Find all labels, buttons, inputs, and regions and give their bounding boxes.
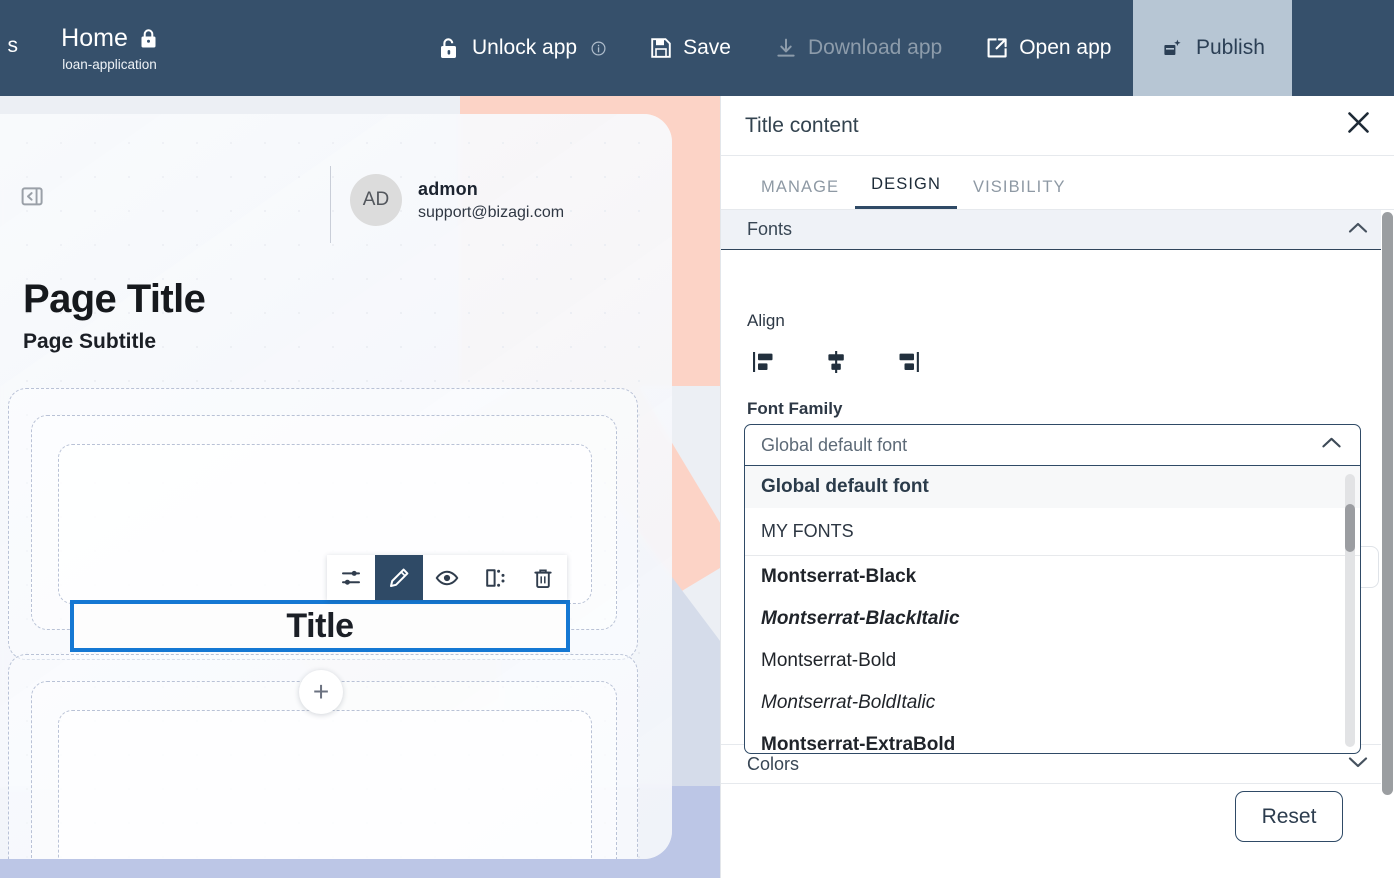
dropdown-group-my-fonts: MY FONTS [745,508,1360,556]
toolbar-clipped-left-text: s [7,34,19,57]
page-subtitle: Page Subtitle [23,330,157,353]
settings-sliders-icon[interactable] [327,555,375,600]
font-family-dropdown-list: Global default font MY FONTS Montserrat-… [745,466,1360,753]
user-email: support@bizagi.com [418,203,565,221]
chevron-up-icon [1321,436,1342,454]
design-canvas[interactable]: AD admon support@bizagi.com Page Title P… [0,96,720,878]
title-widget-text: Title [286,606,354,645]
unlock-app-button[interactable]: Unlock app [416,0,628,96]
fonts-section-header[interactable]: Fonts [721,210,1394,250]
publish-button[interactable]: Publish [1133,0,1293,96]
tab-manage[interactable]: MANAGE [745,178,855,209]
add-element-button-1[interactable]: + [299,670,343,714]
unlock-icon [438,36,461,61]
save-disk-icon [650,37,672,59]
eye-visibility-icon[interactable] [423,555,471,600]
avatar: AD [350,174,402,226]
align-label: Align [747,311,785,330]
panel-footer: Reset [721,762,1394,878]
font-family-dropdown[interactable]: Global default font MY FONTS Montserrat-… [744,465,1361,754]
open-app-button[interactable]: Open app [964,0,1133,96]
lock-icon [139,28,158,49]
fonts-section-label: Fonts [747,219,793,239]
reset-button[interactable]: Reset [1235,791,1343,842]
panel-tabs: MANAGE DESIGN VISIBILITY [721,156,1394,210]
align-options [747,345,925,379]
fonts-section-body: Align Font Family Global default font Gl… [721,250,1394,754]
panel-scrollbar-thumb[interactable] [1382,212,1393,795]
align-center-icon[interactable] [819,345,853,379]
save-button[interactable]: Save [628,0,753,96]
dropdown-item-montserrat-bold[interactable]: Montserrat-Bold [745,640,1360,682]
dropdown-item-global-default-font[interactable]: Global default font [745,466,1360,508]
open-app-label: Open app [1019,36,1112,59]
trash-delete-icon[interactable] [519,555,567,600]
download-app-label: Download app [807,36,943,59]
duplicate-icon[interactable] [471,555,519,600]
font-family-select[interactable]: Global default font [744,424,1361,466]
align-right-icon[interactable] [891,345,925,379]
tab-visibility[interactable]: VISIBILITY [957,178,1082,209]
home-breadcrumb[interactable]: Home loan-application [18,0,201,96]
panel-header: Title content [721,96,1394,156]
font-family-selected-value: Global default font [761,434,908,455]
page-title: Page Title [23,277,206,321]
unlock-app-label: Unlock app [472,36,578,59]
user-name: admon [418,178,479,199]
page-header-region: AD admon support@bizagi.com [0,114,672,243]
download-icon [775,37,797,59]
info-icon[interactable] [591,40,606,56]
properties-panel: Title content MANAGE DESIGN VISIBILITY F… [720,96,1394,878]
publish-icon [1161,37,1183,59]
top-toolbar: s Home loan-application Unlock app Save … [0,0,1394,96]
publish-label: Publish [1196,36,1265,59]
dropdown-item-montserrat-bolditalic[interactable]: Montserrat-BoldItalic [745,682,1360,724]
plus-icon: + [312,676,330,707]
font-family-label: Font Family [747,399,843,418]
home-label: Home [61,24,128,52]
home-subtitle: loan-application [62,57,157,72]
dropdown-item-montserrat-black[interactable]: Montserrat-Black [745,556,1360,598]
external-link-icon [986,37,1008,59]
panel-title: Title content [745,113,859,137]
app-root: s Home loan-application Unlock app Save … [0,0,1394,878]
align-left-icon[interactable] [747,345,781,379]
user-divider [330,166,331,243]
download-app-button[interactable]: Download app [753,0,964,96]
chevron-up-icon [1348,221,1368,238]
panel-collapse-left-icon[interactable] [18,182,46,210]
dropdown-scrollbar-thumb[interactable] [1345,504,1355,552]
pencil-edit-icon[interactable] [375,555,423,600]
user-profile-block[interactable]: AD admon support@bizagi.com [350,174,564,226]
title-widget-selected[interactable]: Title [70,600,570,652]
layout-container-inner-2[interactable] [58,710,592,859]
element-action-toolbar [327,555,567,600]
tab-design[interactable]: DESIGN [855,175,957,209]
user-text-block: admon support@bizagi.com [418,179,564,222]
home-title-row: Home [61,24,158,53]
save-label: Save [683,36,731,59]
close-x-icon[interactable] [1345,109,1372,142]
dropdown-item-montserrat-blackitalic[interactable]: Montserrat-BlackItalic [745,598,1360,640]
dropdown-item-montserrat-extrabold[interactable]: Montserrat-ExtraBold [745,724,1360,753]
page-preview-inner: AD admon support@bizagi.com Page Title P… [0,114,672,859]
page-preview-card: AD admon support@bizagi.com Page Title P… [0,114,672,859]
